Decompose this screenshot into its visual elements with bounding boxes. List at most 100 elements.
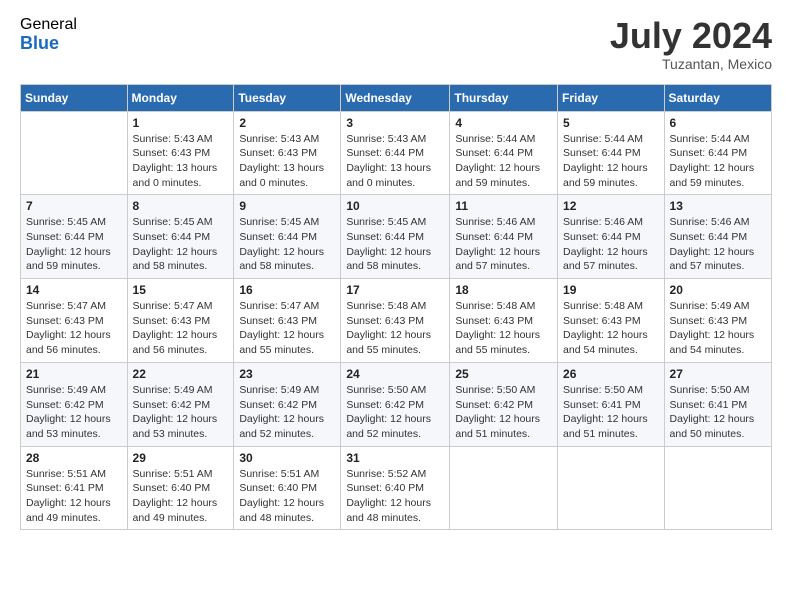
daylight-text: Daylight: 12 hours and 54 minutes. [563,328,659,357]
sunset-text: Sunset: 6:44 PM [670,230,766,245]
daylight-text: Daylight: 12 hours and 51 minutes. [455,412,552,441]
day-number: 1 [133,116,229,130]
table-row: 5 Sunrise: 5:44 AMSunset: 6:44 PMDaylight… [558,111,665,195]
day-info: Sunrise: 5:50 AMSunset: 6:42 PMDaylight:… [455,383,552,442]
calendar-week-row: 14Sunrise: 5:47 AMSunset: 6:43 PMDayligh… [21,279,772,363]
table-row: 22 Sunrise: 5:49 AMSunset: 6:42 PMDayligh… [127,362,234,446]
calendar-week-row: 7Sunrise: 5:45 AMSunset: 6:44 PMDaylight… [21,195,772,279]
table-row: 30 Sunrise: 5:51 AMSunset: 6:40 PMDayligh… [234,446,341,530]
day-number: 24 [346,367,444,381]
day-info: Sunrise: 5:51 AMSunset: 6:41 PMDaylight:… [26,467,122,526]
sunrise-text: Sunrise: 5:51 AM [133,467,229,482]
sunrise-text: Sunrise: 5:50 AM [563,383,659,398]
day-number: 4 [455,116,552,130]
sunset-text: Sunset: 6:43 PM [239,146,335,161]
col-wednesday: Wednesday [341,84,450,111]
sunrise-text: Sunrise: 5:46 AM [670,215,766,230]
table-row [450,446,558,530]
day-info: Sunrise: 5:43 AMSunset: 6:43 PMDaylight:… [239,132,335,191]
logo-text: General Blue [20,16,77,53]
sunrise-text: Sunrise: 5:48 AM [346,299,444,314]
daylight-text: Daylight: 12 hours and 54 minutes. [670,328,766,357]
day-number: 22 [133,367,229,381]
day-info: Sunrise: 5:49 AMSunset: 6:42 PMDaylight:… [133,383,229,442]
table-row: 14Sunrise: 5:47 AMSunset: 6:43 PMDayligh… [21,279,128,363]
sunrise-text: Sunrise: 5:50 AM [670,383,766,398]
table-row: 6 Sunrise: 5:44 AMSunset: 6:44 PMDaylight… [664,111,771,195]
table-row: 28Sunrise: 5:51 AMSunset: 6:41 PMDayligh… [21,446,128,530]
month-title: July 2024 [610,16,772,56]
day-number: 29 [133,451,229,465]
day-info: Sunrise: 5:50 AMSunset: 6:41 PMDaylight:… [670,383,766,442]
sunset-text: Sunset: 6:41 PM [26,481,122,496]
table-row: 10Sunrise: 5:45 AMSunset: 6:44 PMDayligh… [341,195,450,279]
day-info: Sunrise: 5:47 AMSunset: 6:43 PMDaylight:… [133,299,229,358]
col-sunday: Sunday [21,84,128,111]
daylight-text: Daylight: 12 hours and 48 minutes. [239,496,335,525]
daylight-text: Daylight: 12 hours and 58 minutes. [346,245,444,274]
sunset-text: Sunset: 6:44 PM [563,230,659,245]
sunrise-text: Sunrise: 5:45 AM [26,215,122,230]
day-number: 19 [563,283,659,297]
sunset-text: Sunset: 6:43 PM [563,314,659,329]
daylight-text: Daylight: 13 hours and 0 minutes. [133,161,229,190]
day-info: Sunrise: 5:45 AMSunset: 6:44 PMDaylight:… [346,215,444,274]
day-info: Sunrise: 5:44 AMSunset: 6:44 PMDaylight:… [563,132,659,191]
table-row: 24Sunrise: 5:50 AMSunset: 6:42 PMDayligh… [341,362,450,446]
day-info: Sunrise: 5:48 AMSunset: 6:43 PMDaylight:… [563,299,659,358]
table-row: 21Sunrise: 5:49 AMSunset: 6:42 PMDayligh… [21,362,128,446]
header: General Blue July 2024 Tuzantan, Mexico [20,16,772,72]
sunrise-text: Sunrise: 5:47 AM [239,299,335,314]
day-number: 9 [239,199,335,213]
sunrise-text: Sunrise: 5:44 AM [455,132,552,147]
sunset-text: Sunset: 6:42 PM [26,398,122,413]
col-saturday: Saturday [664,84,771,111]
day-number: 21 [26,367,122,381]
daylight-text: Daylight: 12 hours and 55 minutes. [455,328,552,357]
sunrise-text: Sunrise: 5:45 AM [133,215,229,230]
day-info: Sunrise: 5:46 AMSunset: 6:44 PMDaylight:… [563,215,659,274]
day-number: 23 [239,367,335,381]
sunset-text: Sunset: 6:43 PM [133,314,229,329]
table-row: 12Sunrise: 5:46 AMSunset: 6:44 PMDayligh… [558,195,665,279]
table-row: 23 Sunrise: 5:49 AMSunset: 6:42 PMDayligh… [234,362,341,446]
day-number: 8 [133,199,229,213]
sunrise-text: Sunrise: 5:49 AM [670,299,766,314]
table-row: 31Sunrise: 5:52 AMSunset: 6:40 PMDayligh… [341,446,450,530]
table-row: 19 Sunrise: 5:48 AMSunset: 6:43 PMDayligh… [558,279,665,363]
sunset-text: Sunset: 6:42 PM [346,398,444,413]
page: General Blue July 2024 Tuzantan, Mexico … [0,0,792,612]
day-number: 6 [670,116,766,130]
sunrise-text: Sunrise: 5:46 AM [455,215,552,230]
sunrise-text: Sunrise: 5:50 AM [346,383,444,398]
title-block: July 2024 Tuzantan, Mexico [610,16,772,72]
sunrise-text: Sunrise: 5:45 AM [239,215,335,230]
day-number: 18 [455,283,552,297]
sunset-text: Sunset: 6:44 PM [670,146,766,161]
table-row: 20Sunrise: 5:49 AMSunset: 6:43 PMDayligh… [664,279,771,363]
table-row: 9Sunrise: 5:45 AMSunset: 6:44 PMDaylight… [234,195,341,279]
daylight-text: Daylight: 12 hours and 53 minutes. [133,412,229,441]
day-number: 7 [26,199,122,213]
day-number: 5 [563,116,659,130]
day-info: Sunrise: 5:50 AMSunset: 6:41 PMDaylight:… [563,383,659,442]
sunset-text: Sunset: 6:41 PM [563,398,659,413]
day-info: Sunrise: 5:44 AMSunset: 6:44 PMDaylight:… [670,132,766,191]
daylight-text: Daylight: 12 hours and 57 minutes. [670,245,766,274]
daylight-text: Daylight: 12 hours and 57 minutes. [563,245,659,274]
location: Tuzantan, Mexico [610,56,772,72]
sunset-text: Sunset: 6:40 PM [133,481,229,496]
sunrise-text: Sunrise: 5:49 AM [239,383,335,398]
table-row: 18Sunrise: 5:48 AMSunset: 6:43 PMDayligh… [450,279,558,363]
day-info: Sunrise: 5:49 AMSunset: 6:42 PMDaylight:… [239,383,335,442]
calendar-week-row: 21Sunrise: 5:49 AMSunset: 6:42 PMDayligh… [21,362,772,446]
day-number: 30 [239,451,335,465]
table-row: 1Sunrise: 5:43 AMSunset: 6:43 PMDaylight… [127,111,234,195]
table-row: 17Sunrise: 5:48 AMSunset: 6:43 PMDayligh… [341,279,450,363]
day-number: 27 [670,367,766,381]
sunrise-text: Sunrise: 5:49 AM [26,383,122,398]
day-info: Sunrise: 5:51 AMSunset: 6:40 PMDaylight:… [239,467,335,526]
sunrise-text: Sunrise: 5:48 AM [455,299,552,314]
sunrise-text: Sunrise: 5:44 AM [670,132,766,147]
table-row [664,446,771,530]
